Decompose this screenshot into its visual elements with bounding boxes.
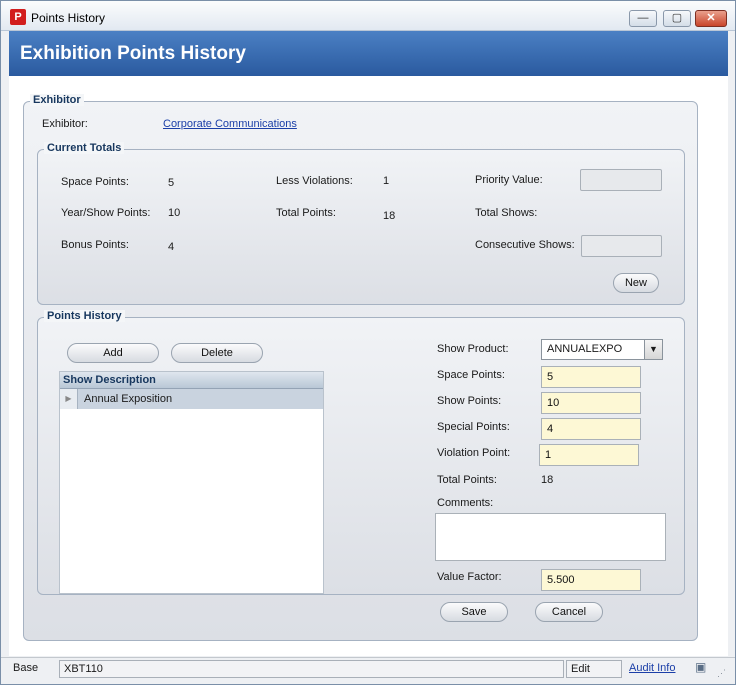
- bonus-points-label: Bonus Points:: [61, 239, 129, 251]
- show-description-grid[interactable]: Show Description ▶ Annual Exposition: [59, 371, 324, 594]
- total-points-label: Total Points:: [437, 474, 497, 486]
- special-points-input[interactable]: 4: [541, 418, 641, 440]
- show-points-input[interactable]: 10: [541, 392, 641, 414]
- current-totals-label: Current Totals: [44, 142, 125, 154]
- space-points-label: Space Points:: [437, 369, 505, 381]
- delete-button[interactable]: Delete: [171, 343, 263, 363]
- total-points-value: 18: [541, 474, 554, 486]
- show-description-column-header[interactable]: Show Description: [60, 372, 323, 389]
- dropdown-arrow-icon[interactable]: ▼: [644, 340, 662, 359]
- consecutive-shows-label: Consecutive Shows:: [475, 239, 575, 251]
- priority-value-label: Priority Value:: [475, 174, 543, 186]
- exhibitor-group-label: Exhibitor: [30, 94, 84, 106]
- add-button[interactable]: Add: [67, 343, 159, 363]
- year-show-points-label: Year/Show Points:: [61, 207, 151, 219]
- row-selector-icon: ▶: [60, 389, 78, 409]
- less-violations-label: Less Violations:: [276, 175, 353, 187]
- title-bar[interactable]: P Points History — ▢ ✕: [1, 1, 735, 31]
- window-title: Points History: [31, 11, 106, 25]
- cancel-button[interactable]: Cancel: [535, 602, 603, 622]
- status-bar: Base XBT110 Edit Audit Info ▣ ⋰: [1, 657, 735, 684]
- comments-label: Comments:: [437, 497, 494, 509]
- status-record-id: XBT110: [59, 660, 564, 678]
- priority-value-field: [580, 169, 662, 191]
- violation-point-input[interactable]: 1: [539, 444, 639, 466]
- maximize-button[interactable]: ▢: [663, 10, 691, 27]
- special-points-label: Special Points:: [437, 421, 510, 433]
- status-base-label: Base: [13, 662, 39, 674]
- space-points-input[interactable]: 5: [541, 366, 641, 388]
- violation-point-label: Violation Point:: [437, 447, 511, 459]
- value-factor-label: Value Factor:: [437, 571, 502, 583]
- exhibitor-label: Exhibitor:: [42, 118, 88, 130]
- form-content: Exhibitor Exhibitor: Corporate Communica…: [9, 76, 728, 656]
- exhibitor-link[interactable]: Corporate Communications: [163, 118, 297, 130]
- printer-icon[interactable]: ▣: [695, 660, 706, 674]
- value-factor-input[interactable]: 5.500: [541, 569, 641, 591]
- minimize-button[interactable]: —: [629, 10, 657, 27]
- show-points-label: Show Points:: [437, 395, 502, 407]
- page-header: Exhibition Points History: [9, 31, 728, 76]
- less-violations-value: 1: [383, 175, 390, 187]
- table-row[interactable]: ▶ Annual Exposition: [60, 389, 323, 409]
- page-title: Exhibition Points History: [20, 43, 246, 64]
- points-history-group: Points History Add Delete Show Descripti…: [37, 310, 685, 595]
- audit-info-link[interactable]: Audit Info: [629, 662, 675, 674]
- points-history-window: P Points History — ▢ ✕ Exhibition Points…: [0, 0, 736, 685]
- resize-grip-icon[interactable]: ⋰: [717, 668, 726, 679]
- status-mode: Edit: [566, 660, 622, 678]
- current-totals-group: Current Totals Space Points: 5 Year/Show…: [37, 142, 685, 305]
- show-product-select[interactable]: ANNUALEXPO ▼: [541, 339, 663, 360]
- close-button[interactable]: ✕: [695, 10, 727, 27]
- save-button[interactable]: Save: [440, 602, 508, 622]
- points-history-label: Points History: [44, 310, 125, 322]
- total-points-value: 18: [383, 210, 396, 222]
- total-points-label: Total Points:: [276, 207, 336, 219]
- show-description-cell: Annual Exposition: [84, 393, 173, 405]
- total-shows-label: Total Shows:: [475, 207, 538, 219]
- comments-textarea[interactable]: [435, 513, 666, 561]
- show-product-value: ANNUALEXPO: [547, 343, 623, 355]
- space-points-value: 5: [168, 177, 175, 189]
- show-product-label: Show Product:: [437, 343, 509, 355]
- app-logo-icon: P: [10, 9, 26, 25]
- new-button[interactable]: New: [613, 273, 659, 293]
- bonus-points-value: 4: [168, 241, 175, 253]
- year-show-points-value: 10: [168, 207, 181, 219]
- exhibitor-group: Exhibitor Exhibitor: Corporate Communica…: [23, 94, 698, 641]
- consecutive-shows-field: [581, 235, 662, 257]
- space-points-label: Space Points:: [61, 176, 129, 188]
